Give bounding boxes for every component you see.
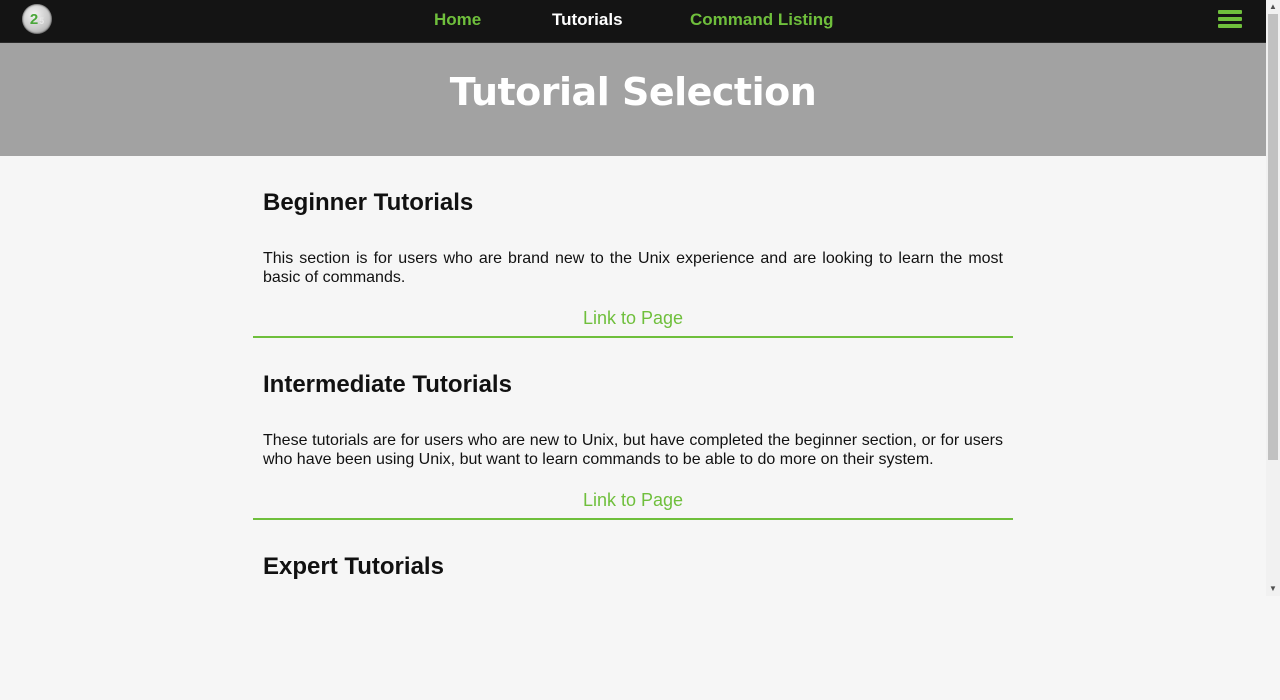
tutorial-section-beginner: Beginner Tutorials This section is for u…	[253, 156, 1013, 338]
top-navbar: 25 Home Tutorials Command Listing	[0, 0, 1266, 43]
scroll-down-arrow-icon[interactable]: ▼	[1266, 582, 1280, 596]
logo-subtext: 5	[39, 16, 45, 26]
tutorial-section-intermediate: Intermediate Tutorials These tutorials a…	[253, 338, 1013, 520]
tutorial-list: Beginner Tutorials This section is for u…	[253, 156, 1013, 700]
hamburger-icon[interactable]	[1218, 10, 1242, 30]
page-banner: Tutorial Selection	[0, 43, 1266, 156]
nav-link-tutorials[interactable]: Tutorials	[552, 10, 623, 30]
section-title: Intermediate Tutorials	[263, 371, 512, 398]
scroll-up-arrow-icon[interactable]: ▲	[1266, 0, 1280, 14]
scrollbar-thumb[interactable]	[1268, 14, 1278, 460]
nav-link-command-listing[interactable]: Command Listing	[690, 10, 834, 30]
section-description: This section is for users who are brand …	[263, 250, 1003, 286]
nav-link-home[interactable]: Home	[434, 10, 481, 30]
tutorial-section-expert: Expert Tutorials	[253, 520, 1013, 700]
site-logo[interactable]: 25	[22, 4, 52, 34]
section-link[interactable]: Link to Page	[253, 490, 1013, 511]
page-scrollbar[interactable]: ▲ ▼	[1266, 0, 1280, 596]
section-title: Beginner Tutorials	[263, 189, 474, 216]
section-link[interactable]: Link to Page	[253, 308, 1013, 329]
section-title: Expert Tutorials	[263, 553, 444, 580]
logo-text: 2	[29, 10, 39, 28]
page-title: Tutorial Selection	[449, 70, 817, 114]
section-description: These tutorials are for users who are ne…	[263, 432, 1003, 468]
